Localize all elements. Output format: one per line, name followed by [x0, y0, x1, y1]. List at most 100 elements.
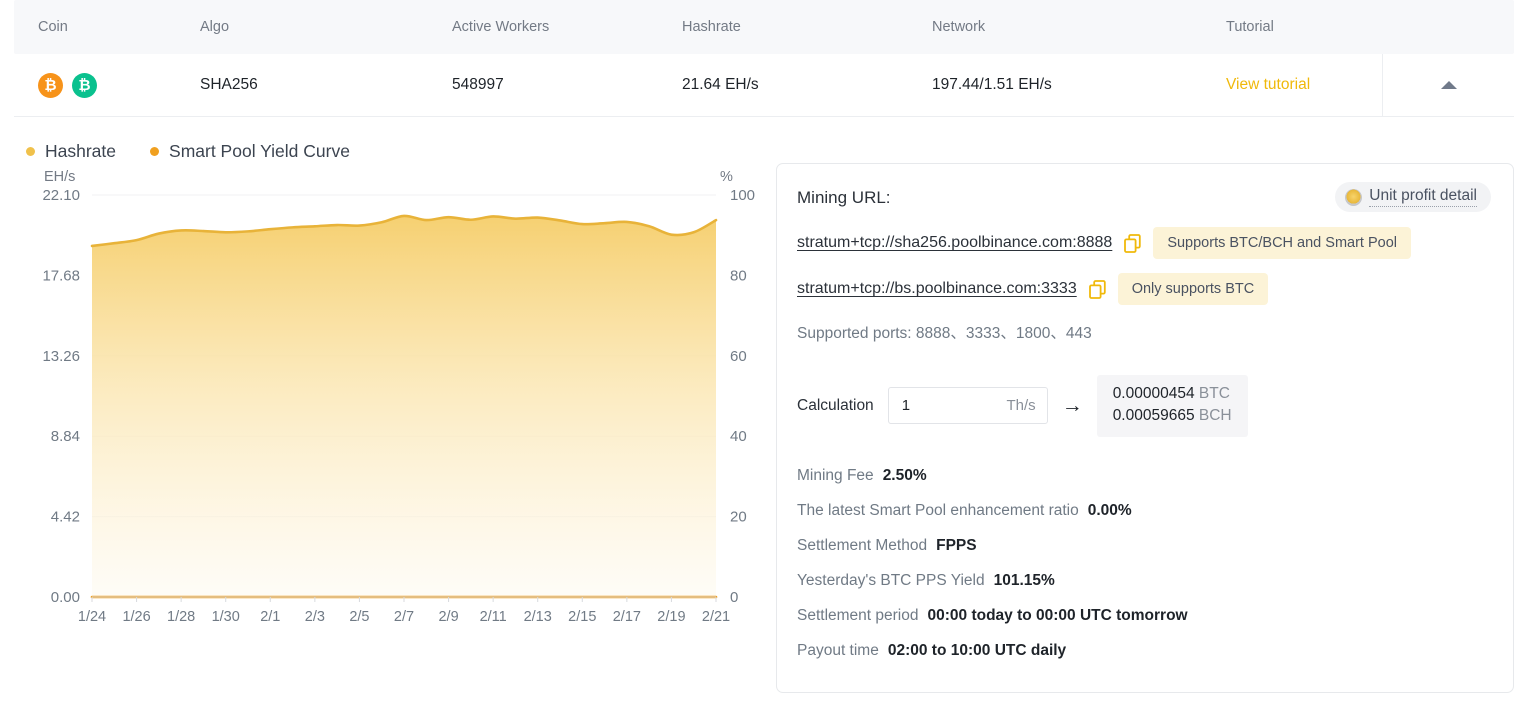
calculation-result-bch: 0.00059665 BCH	[1113, 405, 1232, 427]
content-area: 0.00 4.42 8.84 13.26 17.68 22.10 0 20 40 60 80 100…	[0, 163, 1528, 693]
chart-y-axis-left: 0.00 4.42 8.84 13.26 17.68 22.10	[42, 187, 80, 606]
caret-up-icon[interactable]	[1440, 81, 1457, 89]
result-value-btc: 0.00000454	[1112, 385, 1195, 402]
cell-active-workers: 548997	[452, 76, 504, 93]
chart-x-tick: 2/13	[524, 609, 552, 625]
hashrate-chart: 0.00 4.42 8.84 13.26 17.68 22.10 0 20 40 60 80 100…	[14, 163, 764, 668]
table-row: ₿ ₿ SHA256 548997 21.64 EH/s 197.44/1.51…	[14, 53, 1514, 117]
chart-x-tick: 1/28	[167, 609, 195, 625]
chart-x-tick: 2/7	[394, 609, 414, 625]
chart-legend: Hashrate Smart Pool Yield Curve	[0, 117, 1528, 163]
stat-value: 02:00 to 10:00 UTC daily	[887, 641, 1067, 659]
chart-x-tick: 2/3	[305, 609, 325, 625]
btc-coin-icon[interactable]: ₿	[38, 72, 63, 98]
legend-dot-hashrate-icon	[26, 146, 35, 156]
chart-y-tick-left: 0.00	[51, 589, 80, 606]
column-header-coin: Coin	[38, 19, 68, 35]
chart-y-tick-right: 0	[730, 589, 738, 606]
coin-icon-group: ₿ ₿	[38, 72, 200, 98]
chart-x-tick: 1/26	[122, 609, 150, 625]
chart-x-tick: 1/24	[78, 609, 106, 625]
chart-area-hashrate	[92, 215, 716, 597]
mining-url-secondary[interactable]: stratum+tcp://bs.poolbinance.com:3333	[797, 280, 1077, 298]
table-header-row: Coin Algo Active Workers Hashrate Networ…	[14, 0, 1514, 54]
chart-x-tick: 1/30	[212, 609, 240, 625]
supported-ports-text: Supported ports: 8888、3333、1800、443	[797, 325, 1092, 342]
hashrate-input[interactable]	[899, 396, 980, 416]
chart-y-tick-left: 17.68	[42, 267, 80, 284]
column-header-active-workers: Active Workers	[452, 19, 550, 35]
chart-x-tick: 2/17	[613, 609, 641, 625]
arrow-right-icon: →	[1061, 394, 1083, 418]
legend-label-hashrate: Hashrate	[45, 140, 117, 161]
stat-row-mining-fee: Mining Fee 2.50%	[797, 467, 1485, 485]
stat-label: Mining Fee	[797, 466, 874, 484]
stat-value: 00:00 today to 00:00 UTC tomorrow	[927, 606, 1188, 624]
copy-icon[interactable]	[1124, 233, 1142, 253]
stat-label: The latest Smart Pool enhancement ratio	[797, 501, 1079, 519]
coin-table: Coin Algo Active Workers Hashrate Networ…	[0, 0, 1528, 117]
chart-y-tick-left: 8.84	[51, 428, 80, 445]
bch-coin-icon[interactable]: ₿	[72, 72, 97, 98]
chart-y-axis-left-unit: EH/s	[44, 169, 75, 185]
stat-label: Yesterday's BTC PPS Yield	[797, 571, 985, 589]
chart-y-axis-right-unit: %	[720, 169, 733, 185]
cell-network: 197.44/1.51 EH/s	[932, 76, 1052, 93]
cell-hashrate: 21.64 EH/s	[682, 76, 759, 93]
stat-value: FPPS	[936, 536, 977, 554]
stat-row-pps-yield: Yesterday's BTC PPS Yield 101.15%	[797, 572, 1485, 590]
stat-value: 2.50%	[882, 466, 927, 484]
calculation-input-wrapper[interactable]: Th/s	[887, 387, 1048, 425]
stat-row-enhancement-ratio: The latest Smart Pool enhancement ratio …	[797, 502, 1485, 520]
chart-y-tick-right: 80	[730, 267, 747, 284]
stat-row-payout-time: Payout time 02:00 to 10:00 UTC daily	[797, 642, 1485, 660]
view-tutorial-link[interactable]: View tutorial	[1226, 76, 1310, 93]
chart-x-tick: 2/15	[568, 609, 596, 625]
result-unit-btc: BTC	[1198, 385, 1230, 402]
chart-x-tick: 2/9	[438, 609, 458, 625]
mining-url-tag-1: Supports BTC/BCH and Smart Pool	[1153, 227, 1411, 259]
legend-dot-yield-icon	[150, 146, 160, 156]
stat-label: Settlement Method	[797, 536, 928, 554]
column-header-algo: Algo	[200, 19, 230, 35]
page-root: Coin Algo Active Workers Hashrate Networ…	[0, 0, 1528, 726]
cell-algo: SHA256	[200, 76, 258, 93]
cell-coin: ₿ ₿	[14, 72, 200, 98]
legend-item-yield-curve[interactable]: Smart Pool Yield Curve	[150, 141, 350, 162]
chart-x-tick: 2/21	[702, 609, 730, 625]
cell-expand-toggle[interactable]	[1382, 53, 1514, 117]
cell-tutorial: View tutorial	[1226, 76, 1382, 94]
column-header-network: Network	[932, 19, 986, 35]
stat-row-settlement-method: Settlement Method FPPS	[797, 537, 1485, 555]
chart-y-tick-left: 13.26	[42, 348, 80, 365]
mining-url-tag-2: Only supports BTC	[1117, 273, 1269, 305]
chart-x-tick: 2/11	[480, 609, 507, 625]
chart-y-tick-right: 100	[730, 187, 755, 204]
chart-svg: 0.00 4.42 8.84 13.26 17.68 22.10 0 20 40 60 80 100…	[42, 169, 755, 625]
coin-icon	[1345, 188, 1363, 206]
chart-y-tick-right: 60	[730, 348, 747, 365]
chart-x-tick: 2/1	[260, 609, 280, 625]
chart-y-axis-right: 0 20 40 60 80 100	[730, 187, 755, 606]
stats-list: Mining Fee 2.50% The latest Smart Pool e…	[797, 467, 1485, 660]
chart-y-tick-right: 20	[730, 509, 747, 526]
legend-label-yield-curve: Smart Pool Yield Curve	[169, 140, 350, 161]
calculation-result-btc: 0.00000454 BTC	[1113, 383, 1232, 405]
legend-item-hashrate[interactable]: Hashrate	[26, 141, 116, 162]
mining-info-panel: Unit profit detail Mining URL: stratum+t…	[776, 163, 1514, 693]
calculation-unit: Th/s	[1006, 397, 1036, 415]
copy-icon[interactable]	[1088, 279, 1106, 299]
unit-profit-detail-button[interactable]: Unit profit detail	[1335, 182, 1491, 212]
unit-profit-detail-label: Unit profit detail	[1369, 187, 1477, 207]
stat-value: 101.15%	[993, 571, 1055, 589]
calculation-row: Calculation Th/s → 0.00000454 BTC 0.0005…	[797, 375, 1485, 437]
stat-label: Payout time	[797, 641, 879, 659]
calculation-result: 0.00000454 BTC 0.00059665 BCH	[1096, 375, 1248, 437]
chart-x-axis: 1/24 1/26 1/28 1/30 2/1 2/3 2/5 2/7 2/9 2/11 2/13 2…	[78, 596, 730, 625]
calculation-label: Calculation	[797, 396, 874, 414]
mining-url-row-1: stratum+tcp://sha256.poolbinance.com:888…	[797, 227, 1485, 259]
stat-row-settlement-period: Settlement period 00:00 today to 00:00 U…	[797, 607, 1485, 625]
mining-url-primary[interactable]: stratum+tcp://sha256.poolbinance.com:888…	[797, 234, 1112, 252]
stat-value: 0.00%	[1087, 501, 1132, 519]
chart-x-tick: 2/5	[349, 609, 369, 625]
